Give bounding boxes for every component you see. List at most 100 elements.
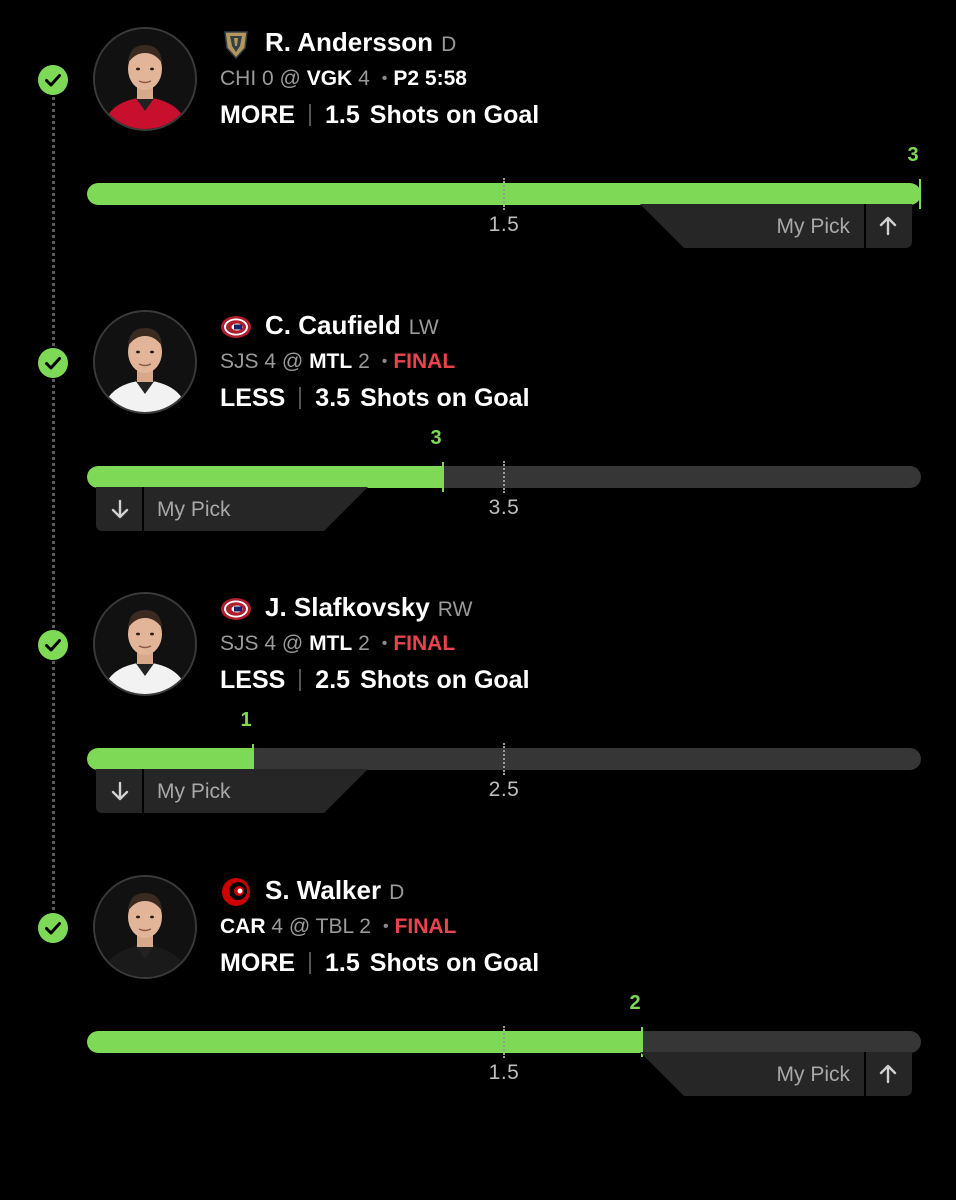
- my-pick-tag: My Pick: [96, 769, 368, 813]
- line-label: 1.5: [488, 213, 520, 236]
- pick-direction: LESS: [220, 384, 286, 412]
- arrow-up-icon: [879, 1064, 897, 1084]
- my-pick-divider: [142, 487, 144, 531]
- at-symbol: @: [281, 632, 304, 655]
- check-circle-icon: [38, 65, 68, 95]
- player-position: D: [389, 881, 405, 904]
- pick-card[interactable]: J. Slafkovsky RW SJS 4 @ MTL 2 • FINAL LESS 2.…: [0, 565, 956, 847]
- player-name-text: J. Slafkovsky: [265, 592, 430, 622]
- prop-stat-name: Shots on Goal: [369, 101, 540, 129]
- game-status: FINAL: [394, 915, 457, 938]
- result-value: 1: [240, 709, 252, 731]
- separator-dot: •: [381, 353, 388, 370]
- away-score: 0: [262, 67, 274, 90]
- prop-stat-name: Shots on Goal: [360, 384, 530, 412]
- prop-line: MORE 1.5 Shots on Goal: [220, 949, 539, 978]
- carolina-hurricanes-logo-graphic: [222, 878, 250, 906]
- montreal-canadiens-logo: [220, 311, 252, 343]
- away-team: CAR: [220, 915, 266, 938]
- result-value: 2: [629, 992, 641, 1014]
- check-circle-icon: [38, 630, 68, 660]
- away-score: 4: [271, 915, 284, 938]
- home-score: 4: [358, 67, 370, 90]
- separator-dot: •: [381, 635, 388, 652]
- separator-dot: •: [381, 70, 388, 87]
- line-marker: [503, 743, 505, 775]
- at-symbol: @: [281, 350, 304, 373]
- prop-line: MORE 1.5 Shots on Goal: [220, 101, 539, 130]
- player-name: S. Walker D: [265, 875, 404, 906]
- game-status: P2 5:58: [393, 67, 467, 90]
- home-team: TBL: [315, 915, 354, 938]
- away-score: 4: [264, 632, 277, 655]
- my-pick-tag: My Pick: [96, 487, 368, 531]
- my-pick-tag: My Pick: [640, 1052, 912, 1096]
- progress-fill: [87, 748, 254, 770]
- vegas-golden-knights-logo-graphic: [224, 31, 248, 60]
- line-marker: [503, 461, 505, 493]
- game-info: CAR 4 @ TBL 2 • FINAL: [220, 915, 456, 939]
- arrow-down-icon: [110, 781, 130, 801]
- game-status: FINAL: [393, 350, 456, 373]
- pick-direction: LESS: [220, 666, 286, 694]
- prop-line: LESS 2.5 Shots on Goal: [220, 666, 530, 695]
- prop-line-value: 1.5: [325, 101, 360, 129]
- player-avatar: [93, 875, 197, 979]
- home-score: 2: [359, 915, 371, 938]
- at-symbol: @: [279, 67, 301, 90]
- away-team: SJS: [220, 350, 259, 373]
- result-tick: [919, 179, 921, 209]
- game-status: FINAL: [393, 632, 456, 655]
- my-pick-label: My Pick: [157, 780, 231, 803]
- arrow-down-icon: [110, 499, 130, 519]
- player-avatar: [93, 592, 197, 696]
- prop-line-value: 2.5: [315, 666, 351, 694]
- player-headshot-graphic: [95, 29, 195, 129]
- separator-dot: •: [382, 918, 389, 935]
- away-score: 4: [264, 350, 277, 373]
- home-team: MTL: [309, 632, 353, 655]
- home-team: VGK: [306, 67, 353, 90]
- line-label: 3.5: [488, 496, 520, 519]
- result-value: 3: [907, 144, 919, 166]
- player-position: D: [441, 33, 457, 56]
- away-team: SJS: [220, 632, 259, 655]
- game-info: SJS 4 @ MTL 2 • FINAL: [220, 632, 455, 656]
- pick-card[interactable]: S. Walker D CAR 4 @ TBL 2 • FINAL MORE 1.5 Shot…: [0, 848, 956, 1130]
- player-name: J. Slafkovsky RW: [265, 592, 472, 623]
- home-team: MTL: [309, 350, 353, 373]
- player-avatar: [93, 27, 197, 131]
- at-symbol: @: [288, 915, 311, 938]
- vegas-golden-knights-logo: [220, 28, 252, 60]
- progress-fill: [87, 466, 444, 488]
- my-pick-tag: My Pick: [640, 204, 912, 248]
- home-score: 2: [358, 632, 370, 655]
- away-team: CHI: [220, 67, 257, 90]
- line-label: 2.5: [488, 778, 520, 801]
- player-name: R. Andersson D: [265, 27, 456, 58]
- my-pick-divider: [142, 769, 144, 813]
- player-avatar: [93, 310, 197, 414]
- montreal-canadiens-logo: [220, 593, 252, 625]
- player-position: LW: [408, 316, 439, 339]
- montreal-canadiens-logo-graphic: [221, 316, 251, 338]
- prop-line-value: 1.5: [325, 949, 360, 977]
- carolina-hurricanes-logo: [220, 876, 252, 908]
- prop-divider: [299, 669, 302, 691]
- home-score: 2: [358, 350, 370, 373]
- prop-stat-name: Shots on Goal: [360, 666, 530, 694]
- line-marker: [503, 1026, 505, 1058]
- prop-divider: [309, 104, 311, 126]
- line-label: 1.5: [488, 1061, 520, 1084]
- game-info: CHI 0 @ VGK 4 • P2 5:58: [220, 67, 467, 91]
- my-pick-label: My Pick: [776, 1063, 851, 1086]
- pick-card[interactable]: R. Andersson D CHI 0 @ VGK 4 • P2 5:58 MORE 1.…: [0, 0, 956, 282]
- prop-line: LESS 3.5 Shots on Goal: [220, 384, 530, 413]
- player-name-text: S. Walker: [265, 875, 382, 905]
- player-headshot-graphic: [95, 594, 195, 694]
- pick-card[interactable]: C. Caufield LW SJS 4 @ MTL 2 • FINAL LESS 3.5 S…: [0, 283, 956, 565]
- check-circle-icon: [38, 913, 68, 943]
- arrow-up-icon: [879, 216, 897, 236]
- my-pick-label: My Pick: [776, 215, 851, 238]
- pick-direction: MORE: [220, 949, 295, 977]
